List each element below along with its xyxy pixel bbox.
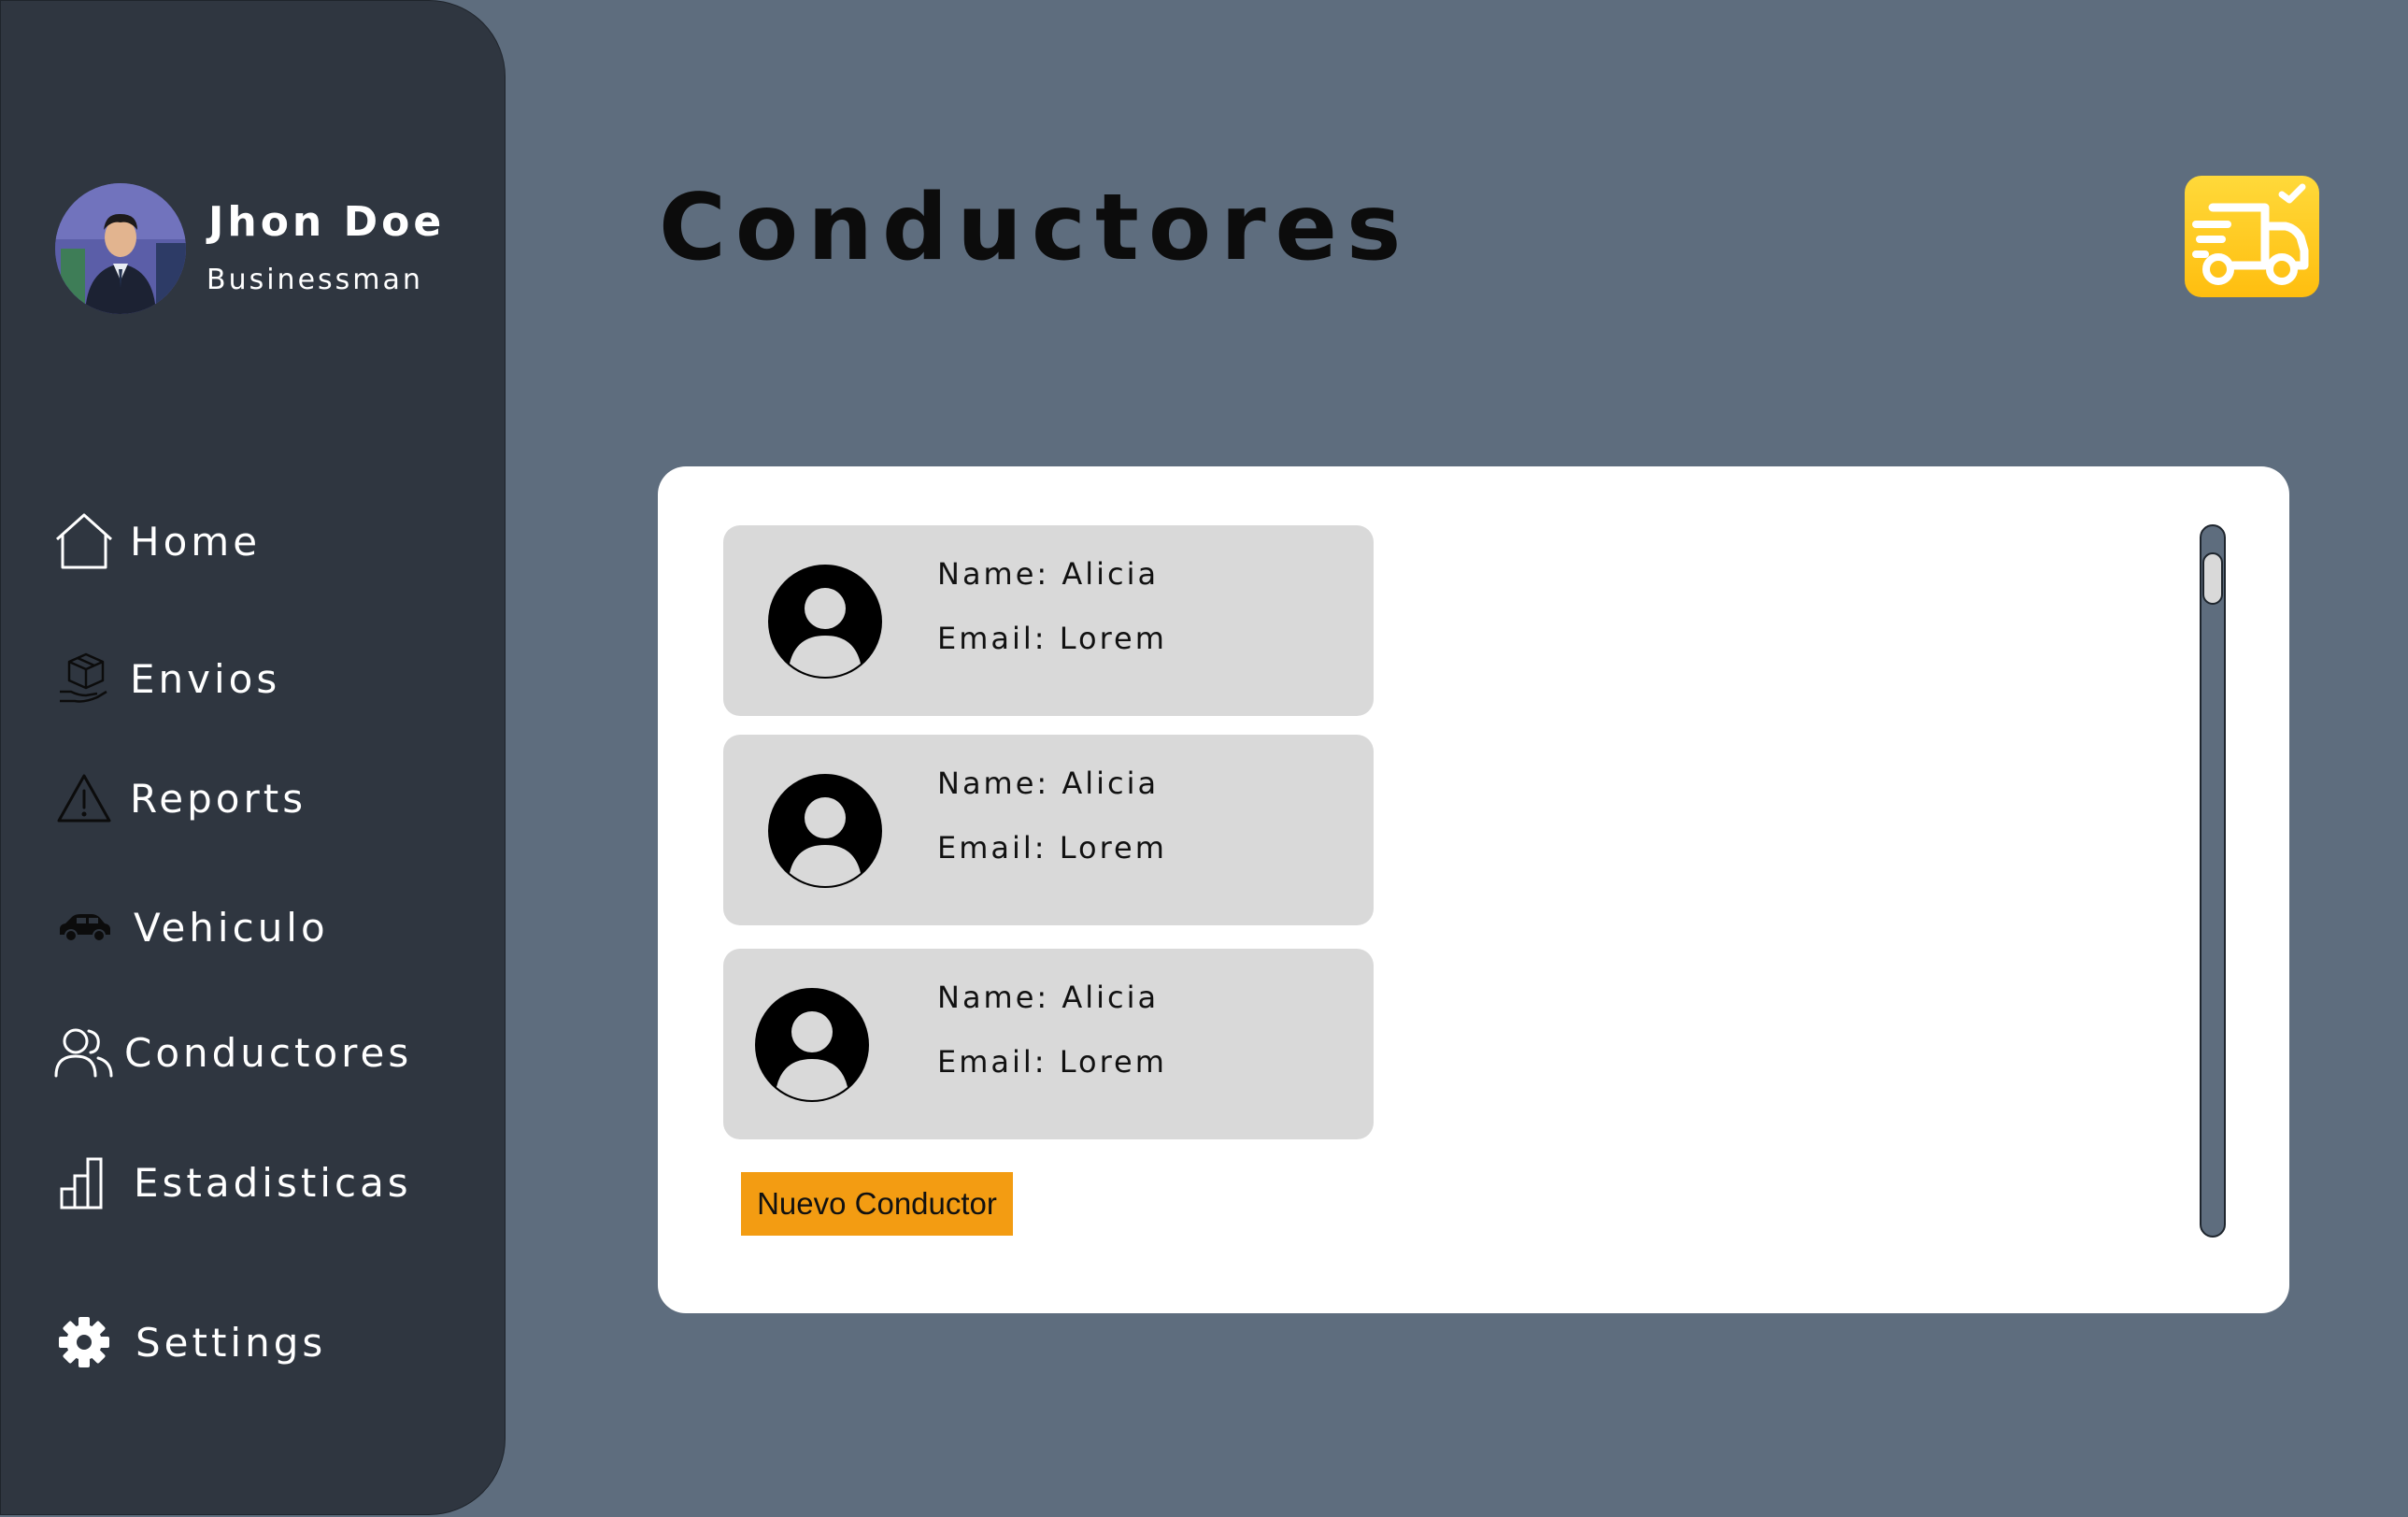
app-logo [2185, 176, 2319, 297]
sidebar-item-label: Home [130, 518, 262, 565]
sidebar-item-label: Envios [130, 655, 281, 702]
sidebar-item-envios[interactable]: Envios [51, 646, 280, 711]
sidebar-item-conductores[interactable]: Conductores [51, 1020, 412, 1085]
driver-email: Email: Lorem [937, 830, 1167, 866]
page-title: Conductores [659, 175, 1411, 281]
driver-name: Name: Alicia [937, 980, 1160, 1015]
sidebar-item-label: Reports [130, 775, 307, 822]
sidebar-item-label: Settings [135, 1319, 327, 1366]
driver-name: Name: Alicia [937, 556, 1160, 592]
sidebar-item-vehiculo[interactable]: Vehiculo [51, 894, 329, 960]
sidebar-item-home[interactable]: Home [51, 508, 261, 574]
warning-icon [51, 766, 117, 831]
user-avatar-icon [755, 988, 869, 1102]
new-driver-button[interactable]: Nuevo Conductor [741, 1172, 1013, 1236]
car-icon [51, 894, 117, 960]
driver-name: Name: Alicia [937, 766, 1160, 801]
driver-card[interactable]: Name: Alicia Email: Lorem [723, 949, 1374, 1139]
user-avatar-icon [768, 565, 882, 679]
sidebar: Jhon Doe Businessman Home Envios Reports… [0, 0, 506, 1515]
sidebar-item-estadisticas[interactable]: Estadisticas [51, 1150, 412, 1215]
driver-email: Email: Lorem [937, 1044, 1167, 1080]
user-avatar-icon [768, 774, 882, 888]
package-icon [51, 646, 117, 711]
delivery-truck-icon [2185, 183, 2319, 301]
sidebar-item-label: Conductores [124, 1029, 413, 1076]
driver-card[interactable]: Name: Alicia Email: Lorem [723, 525, 1374, 716]
drivers-panel: Name: Alicia Email: Lorem Name: Alicia E… [658, 466, 2289, 1313]
driver-card[interactable]: Name: Alicia Email: Lorem [723, 735, 1374, 925]
home-icon [51, 508, 117, 574]
sidebar-item-reports[interactable]: Reports [51, 766, 306, 831]
scrollbar[interactable] [2200, 524, 2226, 1238]
sidebar-item-label: Estadisticas [134, 1159, 412, 1206]
user-role: Businessman [207, 264, 423, 296]
bar-chart-icon [51, 1150, 117, 1215]
user-name: Jhon Doe [208, 198, 446, 246]
sidebar-item-settings[interactable]: Settings [51, 1309, 326, 1375]
gear-icon [51, 1309, 117, 1375]
driver-email: Email: Lorem [937, 621, 1167, 656]
sidebar-item-label: Vehiculo [134, 904, 329, 951]
users-icon [51, 1020, 117, 1085]
scrollbar-thumb[interactable] [2202, 552, 2223, 605]
avatar [55, 183, 186, 314]
